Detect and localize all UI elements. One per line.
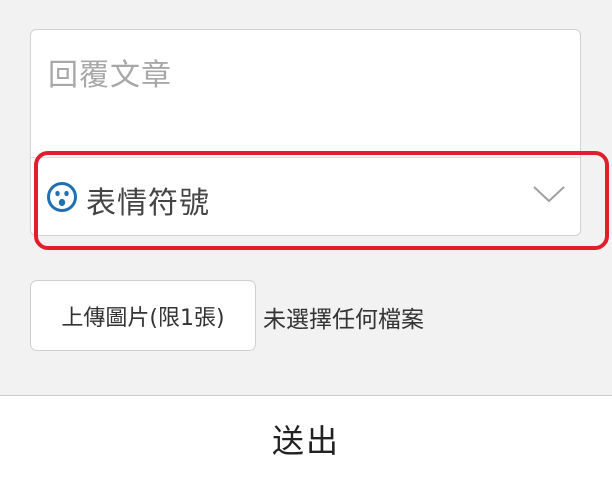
emoji-select-label: 表情符號	[86, 186, 210, 221]
emoji-select[interactable]: 表情符號	[31, 157, 580, 237]
emoji-face-icon	[47, 182, 77, 212]
submit-button[interactable]: 送出	[0, 395, 612, 481]
reply-placeholder: 回覆文章	[48, 58, 172, 93]
submit-label: 送出	[271, 421, 340, 460]
file-status-text: 未選擇任何檔案	[263, 307, 424, 333]
reply-textarea[interactable]: 回覆文章 表情符號	[30, 29, 581, 236]
upload-image-button[interactable]: 上傳圖片(限1張)	[30, 280, 256, 351]
chevron-down-icon	[533, 186, 565, 203]
